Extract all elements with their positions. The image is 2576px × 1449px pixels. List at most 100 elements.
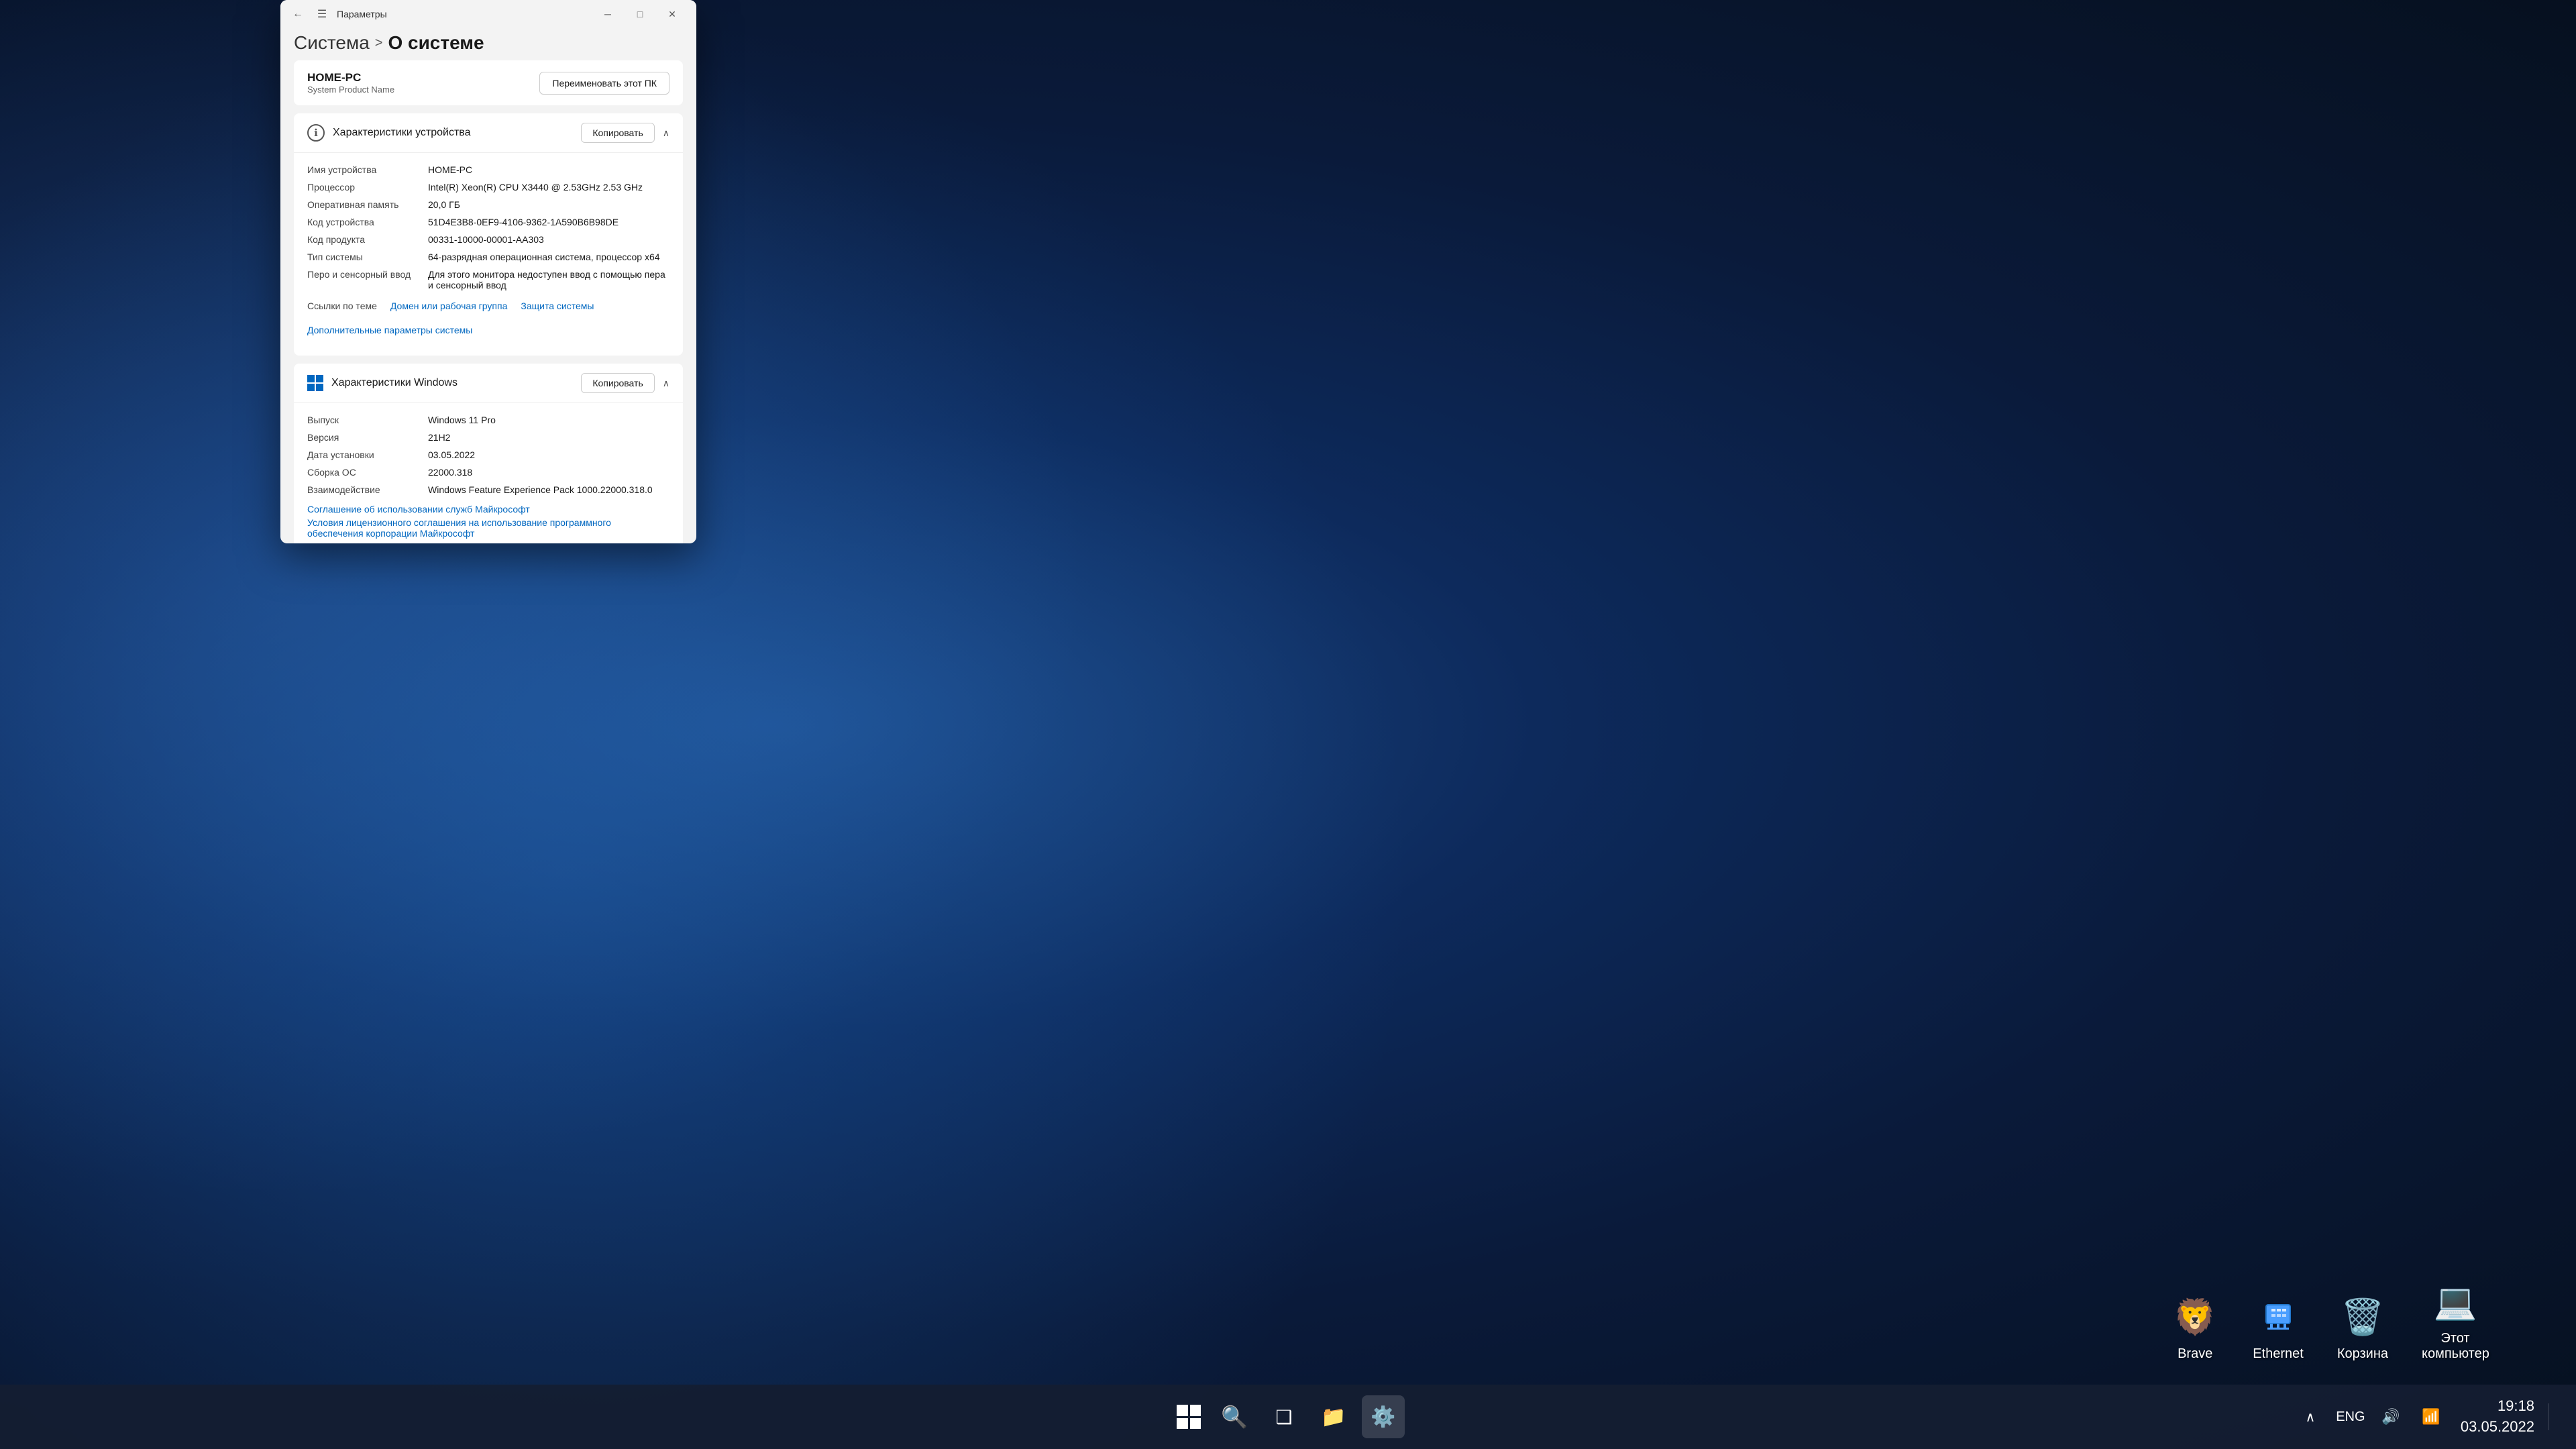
windows-section-header-left: Характеристики Windows: [307, 375, 458, 391]
link-system-protection[interactable]: Защита системы: [521, 301, 594, 311]
taskview-icon: ❑: [1275, 1406, 1292, 1428]
device-copy-button[interactable]: Копировать: [581, 123, 654, 143]
breadcrumb-separator: >: [375, 36, 383, 51]
spec-label-experience: Взаимодействие: [307, 484, 428, 495]
hamburger-button[interactable]: ☰: [313, 5, 331, 23]
link-domain-label: Ссылки по теме: [307, 301, 377, 311]
device-section-header[interactable]: ℹ Характеристики устройства Копировать ∧: [294, 113, 683, 153]
spec-value-experience: Windows Feature Experience Pack 1000.220…: [428, 484, 669, 495]
desktop-icon-brave[interactable]: 🦁 Brave: [2164, 1286, 2226, 1368]
spec-row-install-date: Дата установки 03.05.2022: [307, 446, 669, 464]
brave-icon: 🦁: [2171, 1293, 2219, 1341]
taskbar-time-date[interactable]: 19:18 03.05.2022: [2461, 1396, 2534, 1438]
maximize-button[interactable]: □: [624, 3, 656, 25]
spec-row-pen-input: Перо и сенсорный ввод Для этого монитора…: [307, 266, 669, 294]
volume-icon[interactable]: 🔊: [2375, 1401, 2407, 1433]
spec-label-system-type: Тип системы: [307, 252, 428, 262]
recycle-bin-icon: 🗑️: [2339, 1293, 2387, 1341]
spec-row-device-name: Имя устройства HOME-PC: [307, 161, 669, 178]
link-microsoft-services[interactable]: Соглашение об использовании служб Майкро…: [307, 504, 669, 515]
network-icon[interactable]: 📶: [2415, 1401, 2447, 1433]
language-indicator[interactable]: ENG: [2334, 1401, 2367, 1433]
windows-section-header-right: Копировать ∧: [581, 373, 669, 393]
device-chevron-icon: ∧: [663, 127, 669, 139]
settings-window: ← ☰ Параметры ─ □ ✕ Система > О системе …: [280, 0, 696, 543]
recycle-bin-label: Корзина: [2337, 1346, 2388, 1362]
info-icon: ℹ: [307, 124, 325, 142]
brave-label: Brave: [2178, 1346, 2212, 1362]
spec-value-system-type: 64-разрядная операционная система, проце…: [428, 252, 669, 262]
desktop-icon-recycle[interactable]: 🗑️ Корзина: [2330, 1286, 2395, 1368]
spec-row-ram: Оперативная память 20,0 ГБ: [307, 196, 669, 213]
settings-icon: ⚙️: [1371, 1405, 1395, 1429]
close-button[interactable]: ✕: [656, 3, 688, 25]
device-section-title: Характеристики устройства: [333, 127, 471, 139]
spec-value-cpu: Intel(R) Xeon(R) CPU X3440 @ 2.53GHz 2.5…: [428, 182, 669, 193]
spec-label-build: Сборка ОС: [307, 467, 428, 478]
my-computer-icon: 💻: [2431, 1277, 2479, 1326]
start-button[interactable]: [1171, 1399, 1206, 1434]
windows-section-title: Характеристики Windows: [331, 377, 458, 389]
clock-date: 03.05.2022: [2461, 1417, 2534, 1438]
spec-label-device-name: Имя устройства: [307, 164, 428, 175]
spec-value-pen-input: Для этого монитора недоступен ввод с пом…: [428, 269, 669, 290]
spec-row-edition: Выпуск Windows 11 Pro: [307, 411, 669, 429]
spec-value-product-id: 00331-10000-00001-AA303: [428, 234, 669, 245]
spec-label-product-id: Код продукта: [307, 234, 428, 245]
computer-name-section: HOME-PC System Product Name Переименоват…: [294, 60, 683, 105]
taskbar-taskview-button[interactable]: ❑: [1263, 1395, 1305, 1438]
desktop-icons-area: 🦁 Brave Ethernet 🗑️ Корзина 💻 Эт: [2164, 1271, 2496, 1368]
windows-copy-button[interactable]: Копировать: [581, 373, 654, 393]
system-tray: ∧ ENG 🔊 📶: [2294, 1401, 2447, 1433]
window-title: Параметры: [331, 9, 592, 19]
device-specs-table: Имя устройства HOME-PC Процессор Intel(R…: [294, 153, 683, 356]
spec-value-build: 22000.318: [428, 467, 669, 478]
computer-name-subtitle: System Product Name: [307, 85, 394, 95]
spec-label-ram: Оперативная память: [307, 199, 428, 210]
taskbar-center: 🔍 ❑ 📁 ⚙️: [1171, 1395, 1405, 1438]
taskbar-search-button[interactable]: 🔍: [1213, 1395, 1256, 1438]
spec-value-device-id: 51D4E3B8-0EF9-4106-9362-1A590B6B98DE: [428, 217, 669, 227]
search-icon: 🔍: [1221, 1404, 1248, 1430]
windows-section-header[interactable]: Характеристики Windows Копировать ∧: [294, 364, 683, 403]
show-desktop-button[interactable]: [2548, 1403, 2556, 1430]
ethernet-icon: [2254, 1293, 2302, 1341]
spec-row-device-id: Код устройства 51D4E3B8-0EF9-4106-9362-1…: [307, 213, 669, 231]
windows-chevron-icon: ∧: [663, 378, 669, 389]
spec-row-cpu: Процессор Intel(R) Xeon(R) CPU X3440 @ 2…: [307, 178, 669, 196]
link-advanced-settings[interactable]: Дополнительные параметры системы: [307, 325, 472, 335]
computer-name: HOME-PC: [307, 71, 394, 85]
breadcrumb-current: О системе: [388, 32, 484, 54]
window-content[interactable]: HOME-PC System Product Name Переименоват…: [280, 60, 696, 543]
spec-label-install-date: Дата установки: [307, 449, 428, 460]
tray-expand-icon[interactable]: ∧: [2294, 1401, 2326, 1433]
taskbar-settings-button[interactable]: ⚙️: [1362, 1395, 1405, 1438]
window-nav-icons: ← ☰: [288, 5, 331, 23]
desktop-icon-ethernet[interactable]: Ethernet: [2246, 1286, 2310, 1368]
spec-value-install-date: 03.05.2022: [428, 449, 669, 460]
ethernet-label: Ethernet: [2253, 1346, 2304, 1362]
windows-specs-table: Выпуск Windows 11 Pro Версия 21H2 Дата у…: [294, 403, 683, 543]
breadcrumb-parent[interactable]: Система: [294, 32, 370, 54]
device-section-header-right: Копировать ∧: [581, 123, 669, 143]
spec-row-experience: Взаимодействие Windows Feature Experienc…: [307, 481, 669, 498]
minimize-button[interactable]: ─: [592, 3, 624, 25]
rename-pc-button[interactable]: Переименовать этот ПК: [539, 72, 669, 95]
windows-section: Характеристики Windows Копировать ∧ Выпу…: [294, 364, 683, 543]
windows-logo-icon: [307, 375, 323, 391]
link-domain[interactable]: Домен или рабочая группа: [390, 301, 507, 311]
spec-label-cpu: Процессор: [307, 182, 428, 193]
link-microsoft-license[interactable]: Условия лицензионного соглашения на испо…: [307, 517, 669, 539]
device-section: ℹ Характеристики устройства Копировать ∧…: [294, 113, 683, 356]
spec-value-ram: 20,0 ГБ: [428, 199, 669, 210]
spec-label-edition: Выпуск: [307, 415, 428, 425]
window-controls: ─ □ ✕: [592, 3, 688, 25]
spec-label-pen-input: Перо и сенсорный ввод: [307, 269, 428, 290]
device-section-header-left: ℹ Характеристики устройства: [307, 124, 471, 142]
desktop-icon-computer[interactable]: 💻 Этот компьютер: [2415, 1271, 2496, 1368]
taskbar-explorer-button[interactable]: 📁: [1312, 1395, 1355, 1438]
window-titlebar: ← ☰ Параметры ─ □ ✕: [280, 0, 696, 28]
back-button[interactable]: ←: [288, 5, 307, 23]
explorer-icon: 📁: [1321, 1405, 1346, 1429]
spec-row-build: Сборка ОС 22000.318: [307, 464, 669, 481]
